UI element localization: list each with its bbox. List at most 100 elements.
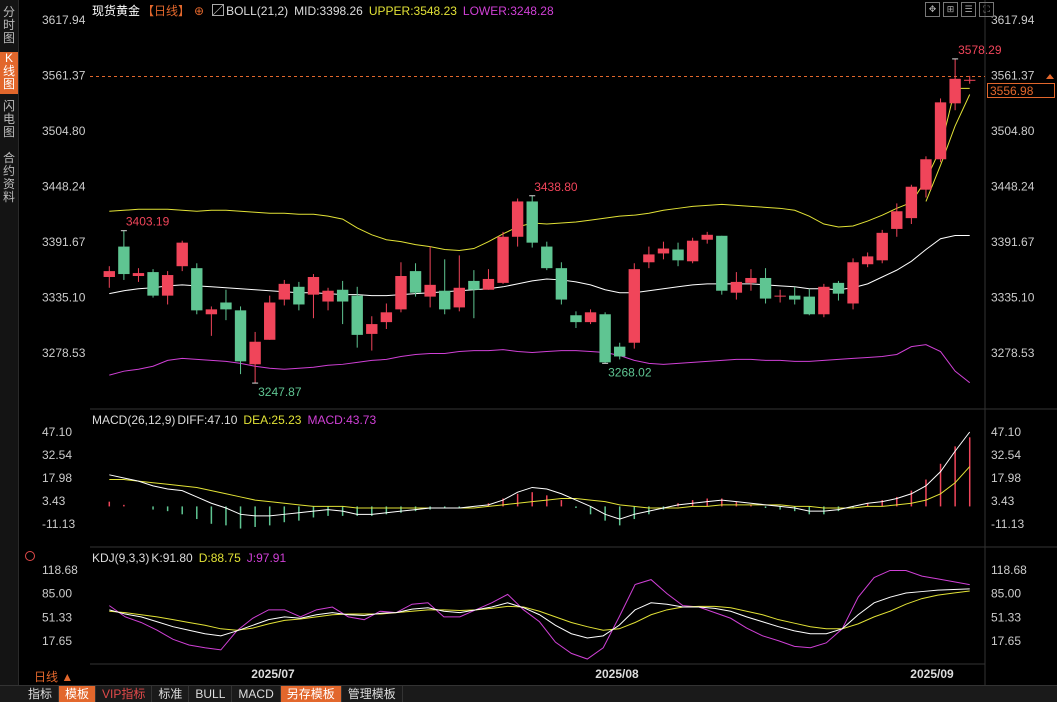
candle-body [934,102,947,160]
macd-tick-right: 3.43 [991,494,1015,508]
price-tick-right: 3391.67 [991,235,1035,249]
expand-icon[interactable]: ✥ [925,2,940,17]
candle-body [424,284,436,297]
candle-body [541,246,553,269]
macd-tick-right: 32.54 [991,448,1021,462]
extreme-label: 3578.29 [958,43,1002,57]
fullscreen-icon[interactable]: ⛶ [979,2,994,17]
kdj-tick-left: 51.33 [42,610,72,624]
instrument-name: 现货黄金 [92,4,141,18]
main-legend: 现货黄金 【日线】 ⊕ BOLL(21,2) MID:3398.26 UPPER:3548… [92,2,560,19]
candle-body [147,272,159,296]
candle-body [584,312,597,323]
candle-body [351,295,363,335]
indicator-settings-icon[interactable] [25,551,35,561]
candle-body [132,273,145,277]
kdj-tick-left: 17.65 [42,634,72,648]
candle-body [599,314,611,363]
candle-body [803,296,815,315]
candle-body [686,240,699,262]
candle-body [191,268,203,311]
candle-body [774,295,786,297]
tab-indicators[interactable]: 指标 [0,686,60,702]
candle-body [730,281,743,293]
kdj-d-line [109,590,970,631]
macd-tick-left: 3.43 [42,494,66,508]
candle-body [482,278,495,290]
candle-body [614,346,626,357]
candle-body [832,282,845,294]
candle-body [657,248,670,254]
kline-chart[interactable]: 3617.94 3617.94 3561.37 3561.37 3504.80 3504.… [0,0,1057,701]
candle-body [409,271,422,293]
tab-bull[interactable]: BULL [189,686,233,702]
chart-toolbar: ✥ ⊞ ☰ ⛶ [925,2,994,17]
candle-body [176,242,188,267]
candle-body [555,268,568,300]
macd-tick-left: -11.13 [42,517,75,531]
extreme-label: 3403.19 [126,215,170,229]
candle-body [789,295,801,300]
extreme-label: 3268.02 [608,365,652,379]
candle-body [672,249,684,261]
candle-body [453,287,465,308]
kdj-j: J:97.91 [246,551,287,565]
candle-body [497,236,509,283]
tab-standard[interactable]: 标准 [152,686,190,702]
plus-circle-icon[interactable]: ⊕ [194,4,204,18]
macd-title: MACD(26,12,9) [92,413,176,427]
period-selector[interactable]: 日线 ▲ [34,668,73,685]
kdj-tick-left: 118.68 [42,563,78,577]
candle-body [293,286,305,305]
candle-body [278,283,290,300]
bottom-toolbar: 指标 模板 VIP指标 标准 BULL MACD 另存模板 管理模板 [0,685,1057,702]
price-tick-left: 3278.53 [42,346,86,360]
macd-value: MACD:43.73 [307,413,377,427]
candle-body [395,276,407,310]
price-tick-left: 3504.80 [42,124,86,138]
tab-vip-indicators[interactable]: VIP指标 [96,686,153,702]
kdj-tick-left: 85.00 [42,587,72,601]
tab-macd[interactable]: MACD [232,686,281,702]
tab-templates[interactable]: 模板 [59,686,97,702]
macd-tick-right: 17.98 [991,471,1021,485]
list-icon[interactable]: ☰ [961,2,976,17]
price-tick-left: 3448.24 [42,179,86,193]
time-axis-label: 2025/08 [595,667,639,681]
time-axis-label: 2025/09 [910,667,954,681]
time-axis-label: 2025/07 [251,667,295,681]
price-tick-right: 3448.24 [991,179,1035,193]
macd-dea: DEA:25.23 [243,413,302,427]
current-price-arrow [1046,74,1054,79]
macd-legend: MACD(26,12,9) DIFF:47.10 DEA:25.23 MACD:43.… [92,413,382,427]
boll-icon [212,4,225,16]
kdj-tick-right: 118.68 [991,563,1027,577]
boll-mid: MID:3398.26 [294,4,363,18]
manage-templates-button[interactable]: 管理模板 [342,686,403,702]
candle-body [716,235,728,291]
candle-body [380,312,393,323]
boll-label: BOLL(21,2) [226,4,289,18]
macd-tick-left: 32.54 [42,448,72,462]
candle-body [234,310,247,362]
crosshair-icon[interactable]: ⊞ [943,2,958,17]
candle-body [949,78,961,104]
kdj-tick-right: 51.33 [991,610,1021,624]
candle-body [876,232,888,261]
candle-body [220,302,232,310]
candle-body [701,234,713,240]
candle-body [920,159,932,190]
macd-tick-right: 47.10 [991,425,1021,439]
candle-body [511,201,524,237]
short-ma-line [925,94,971,202]
candle-body [161,275,174,296]
save-template-button[interactable]: 另存模板 [280,686,342,702]
period-tag: 【日线】 [142,4,191,18]
kdj-tick-right: 85.00 [991,587,1021,601]
macd-tick-right: -11.13 [991,517,1024,531]
price-tick-left: 3335.10 [42,290,86,304]
candle-body [264,302,276,340]
price-tick-left: 3561.37 [42,69,86,83]
kdj-d: D:88.75 [198,551,241,565]
kdj-k: K:91.80 [151,551,193,565]
